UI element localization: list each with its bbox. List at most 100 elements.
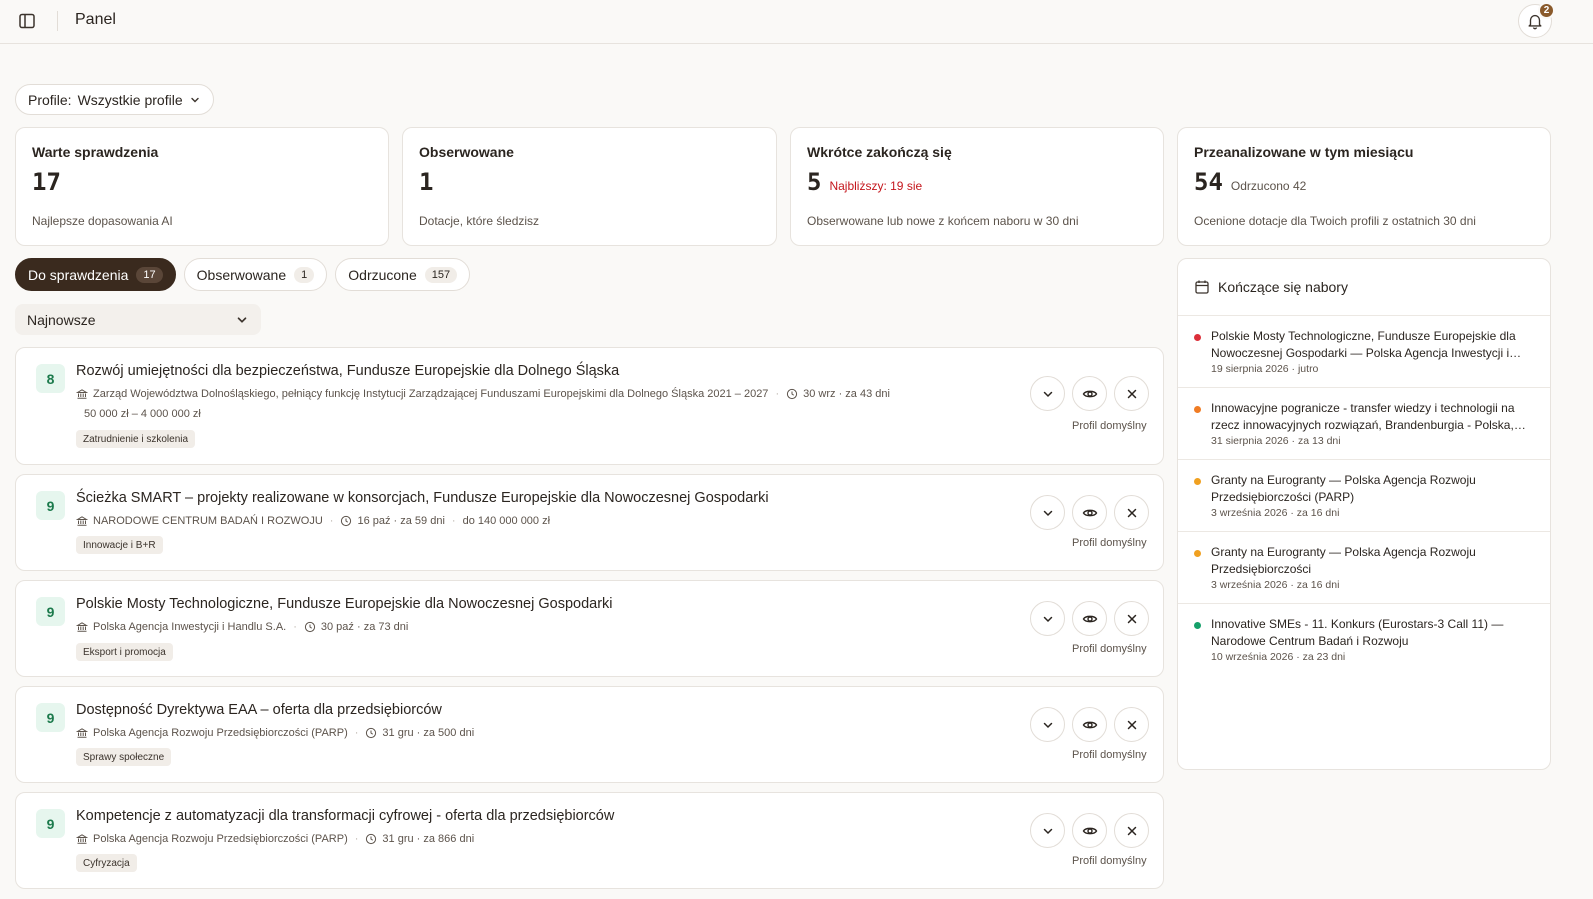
urgency-dot: [1194, 550, 1201, 557]
tab-watched[interactable]: Obserwowane 1: [183, 258, 328, 291]
watch-button[interactable]: [1072, 495, 1107, 530]
close-icon: [1124, 823, 1140, 839]
closing-call-item[interactable]: Granty na Eurogranty — Polska Agencja Ro…: [1178, 532, 1550, 604]
closing-call-title: Innowacyjne pogranicze - transfer wiedzy…: [1211, 401, 1515, 432]
eye-icon: [1082, 386, 1098, 402]
institution-icon: [76, 388, 88, 400]
eye-icon: [1082, 823, 1098, 839]
grant-institution: Polska Agencja Inwestycji i Handlu S.A.: [93, 621, 287, 633]
chevron-down-icon: [237, 316, 247, 323]
chevron-down-icon: [1040, 717, 1056, 733]
reject-button[interactable]: [1114, 707, 1149, 742]
grant-meta: Polska Agencja Rozwoju Przedsiębiorczośc…: [76, 833, 474, 845]
eye-icon: [1082, 505, 1098, 521]
urgency-dot: [1194, 334, 1201, 341]
grant-card[interactable]: 9 Ścieżka SMART – projekty realizowane w…: [15, 474, 1164, 571]
grant-title[interactable]: Rozwój umiejętności dla bezpieczeństwa, …: [76, 363, 619, 379]
watch-button[interactable]: [1072, 601, 1107, 636]
closing-call-title: Polskie Mosty Technologiczne, Fundusze E…: [1211, 329, 1516, 360]
institution-icon: [76, 621, 88, 633]
grant-amount: 50 000 zł – 4 000 000 zł: [84, 408, 201, 420]
tab-count: 1: [294, 266, 315, 283]
grant-title[interactable]: Ścieżka SMART – projekty realizowane w k…: [76, 490, 769, 506]
grant-deadline: 30 paź · za 73 dni: [320, 621, 409, 633]
expand-button[interactable]: [1030, 495, 1065, 530]
reject-button[interactable]: [1114, 376, 1149, 411]
chevron-down-icon: [1040, 386, 1056, 402]
grant-actions: [1030, 376, 1149, 411]
grant-actions: [1030, 813, 1149, 848]
stat-description: Obserwowane lub nowe z końcem naboru w 3…: [807, 214, 1079, 228]
grant-deadline: 30 wrz · za 43 dni: [803, 388, 890, 400]
grant-meta: Zarząd Województwa Dolnośląskiego, pełni…: [76, 388, 890, 400]
profile-filter-label: Profile:: [28, 91, 72, 108]
grant-institution: Zarząd Województwa Dolnośląskiego, pełni…: [93, 388, 769, 400]
grant-category-tag: Sprawy społeczne: [76, 748, 172, 766]
closing-call-item[interactable]: Granty na Eurogranty — Polska Agencja Ro…: [1178, 460, 1550, 532]
watch-button[interactable]: [1072, 707, 1107, 742]
closing-call-item[interactable]: Innowacyjne pogranicze - transfer wiedzy…: [1178, 388, 1550, 460]
tab-rejected[interactable]: Odrzucone 157: [335, 258, 471, 291]
institution-icon: [76, 727, 88, 739]
sidebar-toggle-icon[interactable]: [17, 11, 37, 31]
chevron-down-icon: [1040, 505, 1056, 521]
close-icon: [1124, 386, 1140, 402]
stat-card-worth-checking: Warte sprawdzenia 17 Najlepsze dopasowan…: [15, 127, 389, 246]
closing-call-title: Granty na Eurogranty — Polska Agencja Ro…: [1211, 473, 1476, 504]
tab-count: 17: [136, 266, 163, 283]
meta-separator: ·: [354, 833, 359, 845]
profile-filter-select[interactable]: Profile: Wszystkie profile: [15, 84, 214, 115]
sort-value: Najnowsze: [27, 311, 96, 328]
closing-call-item[interactable]: Polskie Mosty Technologiczne, Fundusze E…: [1178, 316, 1550, 388]
meta-separator: ·: [329, 515, 334, 527]
grant-card[interactable]: 9 Kompetencje z automatyzacji dla transf…: [15, 792, 1164, 889]
tab-to-review[interactable]: Do sprawdzenia 17: [15, 258, 176, 291]
watch-button[interactable]: [1072, 813, 1107, 848]
grant-title[interactable]: Polskie Mosty Technologiczne, Fundusze E…: [76, 596, 613, 612]
urgency-dot: [1194, 478, 1201, 485]
grant-institution: NARODOWE CENTRUM BADAŃ I ROZWOJU: [93, 515, 323, 527]
grant-deadline: 31 gru · za 500 dni: [382, 727, 475, 739]
closing-calls-panel: Kończące się nabory Polskie Mosty Techno…: [1177, 258, 1551, 770]
grant-profile-label: Profil domyślny: [1072, 537, 1147, 549]
stat-description: Ocenione dotacje dla Twoich profili z os…: [1194, 214, 1476, 228]
reject-button[interactable]: [1114, 601, 1149, 636]
watch-button[interactable]: [1072, 376, 1107, 411]
expand-button[interactable]: [1030, 813, 1065, 848]
close-icon: [1124, 611, 1140, 627]
reject-button[interactable]: [1114, 813, 1149, 848]
topbar-divider: [57, 11, 58, 31]
clock-icon: [304, 621, 316, 633]
grant-profile-label: Profil domyślny: [1072, 643, 1147, 655]
meta-separator: ·: [293, 621, 297, 633]
closing-calls-title: Kończące się nabory: [1218, 279, 1348, 295]
grant-card[interactable]: 9 Dostępność Dyrektywa EAA – oferta dla …: [15, 686, 1164, 783]
grant-amount: do 140 000 000 zł: [462, 515, 551, 527]
match-score-badge: 9: [36, 597, 65, 626]
page-title: Panel: [75, 11, 116, 28]
stat-title: Wkrótce zakończą się: [807, 144, 952, 160]
grant-institution: Polska Agencja Rozwoju Przedsiębiorczośc…: [93, 833, 348, 845]
match-score-badge: 9: [36, 491, 65, 520]
reject-button[interactable]: [1114, 495, 1149, 530]
urgency-dot: [1194, 406, 1201, 413]
sort-select[interactable]: Najnowsze: [15, 304, 261, 335]
expand-button[interactable]: [1030, 601, 1065, 636]
grant-card[interactable]: 8 Rozwój umiejętności dla bezpieczeństwa…: [15, 347, 1164, 465]
top-bar: Panel 2: [0, 0, 1593, 44]
stat-title: Obserwowane: [419, 144, 514, 160]
closing-call-item[interactable]: Innovative SMEs - 11. Konkurs (Eurostars…: [1178, 604, 1550, 675]
institution-icon: [76, 515, 88, 527]
stat-nearest-deadline: Najbliższy: 19 sie: [829, 179, 923, 193]
clock-icon: [365, 833, 377, 845]
grant-title[interactable]: Dostępność Dyrektywa EAA – oferta dla pr…: [76, 702, 442, 718]
closing-call-date: 3 września 2026 · za 16 dni: [1211, 507, 1340, 519]
chevron-down-icon: [1040, 611, 1056, 627]
expand-button[interactable]: [1030, 707, 1065, 742]
close-icon: [1124, 505, 1140, 521]
expand-button[interactable]: [1030, 376, 1065, 411]
stat-card-analyzed-this-month: Przeanalizowane w tym miesiącu 54 Odrzuc…: [1177, 127, 1551, 246]
grant-category-tag: Innowacje i B+R: [76, 536, 163, 554]
grant-title[interactable]: Kompetencje z automatyzacji dla transfor…: [76, 808, 614, 824]
grant-card[interactable]: 9 Polskie Mosty Technologiczne, Fundusze…: [15, 580, 1164, 677]
